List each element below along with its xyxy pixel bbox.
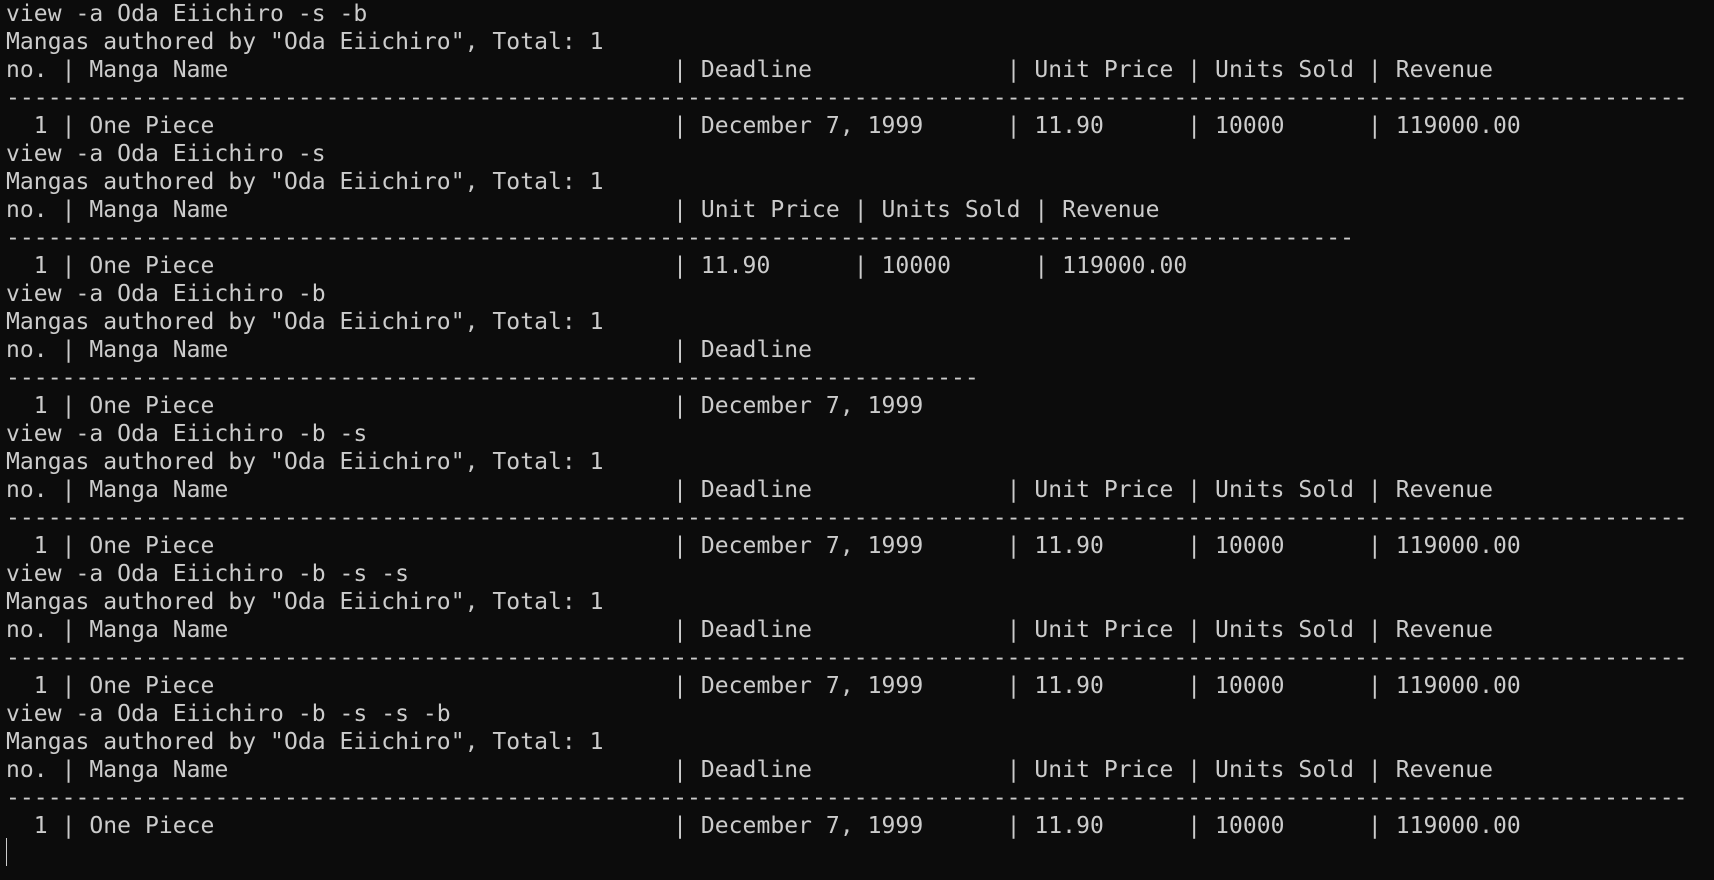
table-divider: ----------------------------------------… [6, 785, 1688, 811]
result-summary: Mangas authored by "Oda Eiichiro", Total… [6, 29, 604, 55]
result-summary: Mangas authored by "Oda Eiichiro", Total… [6, 449, 604, 475]
command-line: view -a Oda Eiichiro -s -b [6, 1, 368, 27]
table-divider: ----------------------------------------… [6, 505, 1688, 531]
table-header: no. | Manga Name | Deadline | Unit Price… [6, 757, 1493, 783]
command-line: view -a Oda Eiichiro -s [6, 141, 326, 167]
command-line: view -a Oda Eiichiro -b -s -s -b [6, 701, 451, 727]
table-header: no. | Manga Name | Deadline | Unit Price… [6, 477, 1493, 503]
table-divider: ----------------------------------------… [6, 225, 1355, 251]
table-divider: ----------------------------------------… [6, 85, 1688, 111]
table-divider: ----------------------------------------… [6, 645, 1688, 671]
table-header: no. | Manga Name | Deadline | Unit Price… [6, 57, 1493, 83]
table-row: 1 | One Piece | 11.90 | 10000 | 119000.0… [6, 253, 1188, 279]
command-line: view -a Oda Eiichiro -b [6, 281, 326, 307]
table-row: 1 | One Piece | December 7, 1999 [6, 393, 924, 419]
result-summary: Mangas authored by "Oda Eiichiro", Total… [6, 729, 604, 755]
table-header: no. | Manga Name | Deadline | Unit Price… [6, 617, 1493, 643]
command-line: view -a Oda Eiichiro -b -s -s [6, 561, 410, 587]
result-summary: Mangas authored by "Oda Eiichiro", Total… [6, 589, 604, 615]
result-summary: Mangas authored by "Oda Eiichiro", Total… [6, 309, 604, 335]
terminal-output[interactable]: view -a Oda Eiichiro -s -b Mangas author… [6, 0, 1714, 880]
table-row: 1 | One Piece | December 7, 1999 | 11.90… [6, 673, 1521, 699]
table-header: no. | Manga Name | Deadline [6, 337, 813, 363]
table-header: no. | Manga Name | Unit Price | Units So… [6, 197, 1160, 223]
command-line: view -a Oda Eiichiro -b -s [6, 421, 368, 447]
table-row: 1 | One Piece | December 7, 1999 | 11.90… [6, 533, 1521, 559]
text-cursor[interactable] [6, 838, 7, 866]
result-summary: Mangas authored by "Oda Eiichiro", Total… [6, 169, 604, 195]
table-row: 1 | One Piece | December 7, 1999 | 11.90… [6, 813, 1521, 839]
table-row: 1 | One Piece | December 7, 1999 | 11.90… [6, 113, 1521, 139]
table-divider: ----------------------------------------… [6, 365, 979, 391]
